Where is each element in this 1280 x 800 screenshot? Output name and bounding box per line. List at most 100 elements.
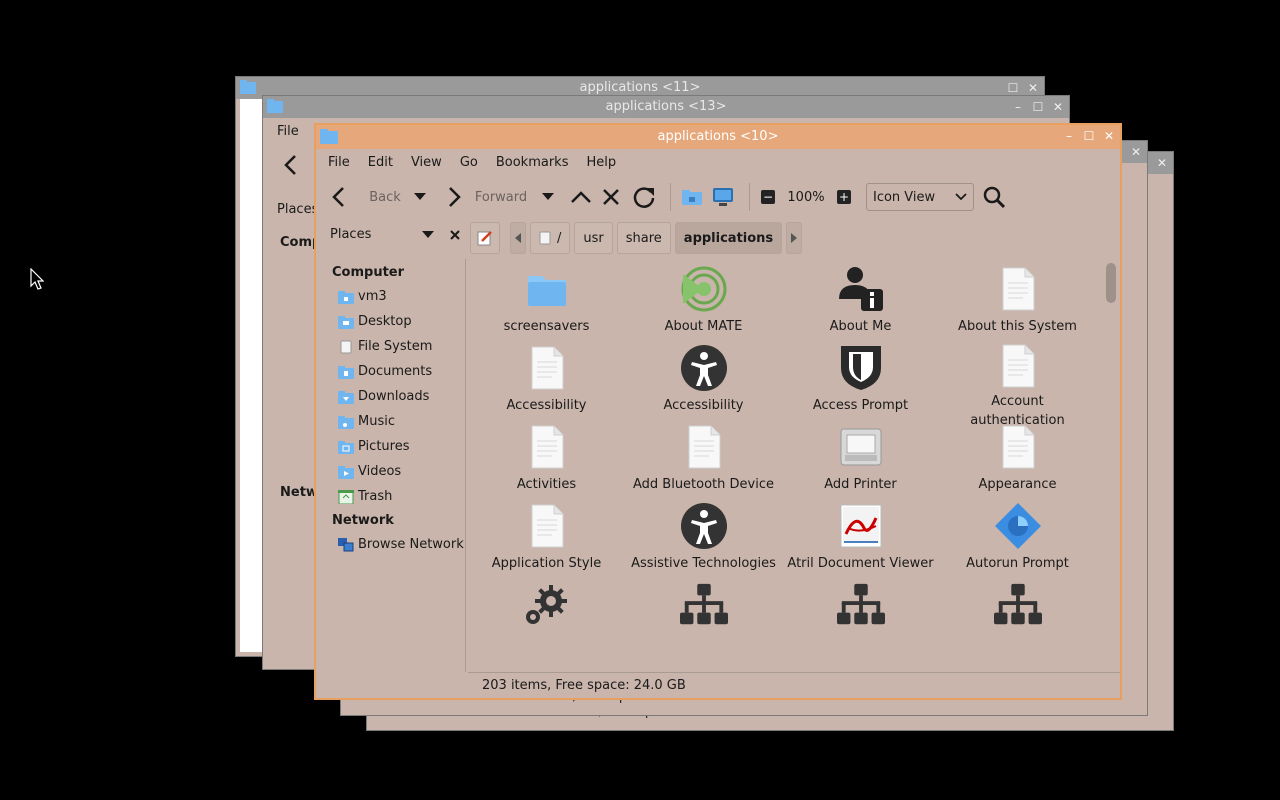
file-item-label: Application Style — [491, 556, 602, 571]
chevron-right-icon — [791, 233, 798, 243]
file-item-label: Atril Document Viewer — [787, 556, 934, 571]
maximize-icon[interactable]: ☐ — [1082, 129, 1096, 143]
menu-bookmarks[interactable]: Bookmarks — [494, 155, 579, 170]
minimize-icon[interactable]: – — [1062, 129, 1076, 143]
file-manager-window[interactable]: applications <10> – ☐ ✕ File Edit View G… — [314, 123, 1122, 700]
document-icon — [523, 344, 571, 392]
sidebar-item-documents[interactable]: Documents — [316, 359, 465, 384]
stop-button[interactable] — [596, 182, 626, 212]
file-item[interactable]: Assistive Technologies — [625, 502, 782, 581]
separator — [749, 183, 750, 211]
file-item[interactable]: Atril Document Viewer — [782, 502, 939, 581]
window-titlebar[interactable]: applications <10> – ☐ ✕ — [316, 125, 1120, 149]
sidebar-item-desktop[interactable]: Desktop — [316, 309, 465, 334]
sidebar-item-label: Downloads — [358, 389, 430, 404]
location-bar: Places / usr share applications — [316, 219, 1120, 259]
file-item-label: Access Prompt — [812, 398, 909, 413]
sidebar-item-trash[interactable]: Trash — [316, 484, 465, 509]
home-button[interactable] — [679, 182, 705, 212]
menu-help[interactable]: Help — [584, 155, 626, 170]
zoom-out-button[interactable]: − — [758, 182, 778, 212]
file-item[interactable]: Activities — [468, 423, 625, 502]
file-item[interactable]: Appearance — [939, 423, 1096, 502]
stop-icon — [603, 189, 619, 205]
file-item[interactable]: Access Prompt — [782, 344, 939, 423]
menu-go[interactable]: Go — [458, 155, 488, 170]
back-button[interactable] — [326, 182, 350, 212]
file-item[interactable] — [782, 581, 939, 660]
sidebar-item-browse-network[interactable]: Browse Network — [316, 532, 465, 557]
back-history-dropdown[interactable] — [410, 182, 430, 212]
toggle-location-entry-button[interactable] — [470, 222, 500, 254]
mate-logo-icon — [680, 265, 728, 313]
file-item[interactable]: Account authentication — [939, 344, 1096, 428]
forward-history-dropdown[interactable] — [538, 182, 558, 212]
crumb-usr[interactable]: usr — [574, 222, 613, 254]
folder-icon — [240, 80, 256, 101]
network-tree-icon — [993, 581, 1042, 629]
menu-file[interactable]: File — [326, 155, 360, 170]
forward-button[interactable] — [440, 182, 470, 212]
file-item[interactable]: Accessibility — [468, 344, 625, 423]
file-item[interactable]: Add Printer — [782, 423, 939, 502]
scrollbar-thumb[interactable] — [1106, 263, 1116, 303]
breadcrumb: / usr share applications — [470, 222, 803, 254]
menu-file[interactable]: File — [277, 124, 299, 139]
sidebar-item-music[interactable]: Music — [316, 409, 465, 434]
search-button[interactable] — [974, 182, 1014, 212]
file-item[interactable]: About this System — [939, 265, 1096, 344]
music-folder-icon — [338, 414, 354, 430]
maximize-icon[interactable]: ☐ — [1006, 81, 1020, 95]
close-sidebar-icon[interactable] — [450, 229, 460, 240]
chevron-down-icon[interactable] — [422, 230, 434, 239]
crumb-share[interactable]: share — [616, 222, 671, 254]
file-item[interactable]: Autorun Prompt — [939, 502, 1096, 581]
file-item[interactable] — [468, 581, 625, 660]
file-item[interactable]: About MATE — [625, 265, 782, 344]
view-mode-select[interactable]: Icon View — [866, 183, 974, 211]
sidebar-item-vm3[interactable]: vm3 — [316, 284, 465, 309]
close-icon[interactable]: ✕ — [1155, 156, 1169, 170]
edit-icon — [477, 231, 492, 246]
file-item[interactable]: About Me — [782, 265, 939, 344]
minimize-icon[interactable]: – — [1011, 100, 1025, 114]
back-arrow-icon — [332, 187, 344, 207]
file-item-label: About MATE — [664, 319, 743, 334]
crumb-scroll-right[interactable] — [786, 222, 803, 254]
computer-button[interactable] — [705, 182, 741, 212]
forward-label[interactable]: Forward — [470, 182, 532, 212]
window-titlebar[interactable]: applications <13> – ☐ ✕ — [263, 96, 1069, 118]
maximize-icon[interactable]: ☐ — [1031, 100, 1045, 114]
drive-icon — [338, 339, 354, 355]
sidebar-item-downloads[interactable]: Downloads — [316, 384, 465, 409]
crumb-root[interactable]: / — [530, 222, 571, 254]
back-label[interactable]: Back — [360, 182, 410, 212]
up-button[interactable] — [566, 182, 596, 212]
file-item[interactable]: Application Style — [468, 502, 625, 581]
file-item[interactable] — [625, 581, 782, 660]
reload-button[interactable] — [626, 182, 662, 212]
menu-view[interactable]: View — [409, 155, 452, 170]
close-icon[interactable]: ✕ — [1051, 100, 1065, 114]
file-item[interactable] — [939, 581, 1096, 660]
file-view[interactable]: screensavers About MATE About Me About this… — [468, 259, 1100, 672]
window-title: applications <10> — [657, 129, 779, 144]
crumb-applications[interactable]: applications — [674, 222, 783, 254]
sidebar-item-pictures[interactable]: Pictures — [316, 434, 465, 459]
file-item-label: Appearance — [978, 477, 1057, 492]
crumb-scroll-left[interactable] — [510, 222, 526, 254]
atril-icon — [837, 502, 885, 550]
sidebar-item-file-system[interactable]: File System — [316, 334, 465, 359]
file-item[interactable]: screensavers — [468, 265, 625, 344]
close-icon[interactable]: ✕ — [1102, 129, 1116, 143]
back-arrow-icon[interactable] — [283, 154, 297, 180]
menu-edit[interactable]: Edit — [366, 155, 403, 170]
file-item-label: Autorun Prompt — [966, 556, 1069, 571]
zoom-in-button[interactable]: + — [834, 182, 854, 212]
close-icon[interactable]: ✕ — [1129, 145, 1143, 159]
file-item[interactable]: Add Bluetooth Device — [625, 423, 782, 502]
sidebar-item-videos[interactable]: Videos — [316, 459, 465, 484]
file-item[interactable]: Accessibility — [625, 344, 782, 423]
home-folder-icon — [682, 190, 702, 205]
close-icon[interactable]: ✕ — [1026, 81, 1040, 95]
